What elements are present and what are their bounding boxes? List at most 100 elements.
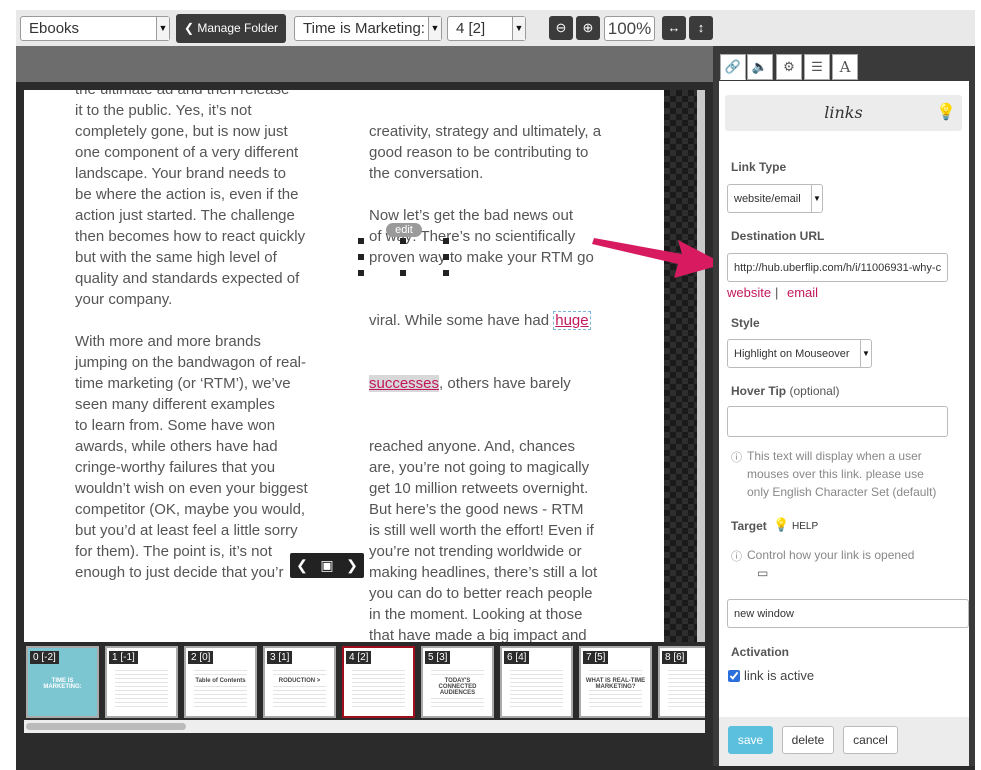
text-line: creativity, strategy and ultimately, a xyxy=(369,123,602,140)
text-line: that have made a big impact and xyxy=(369,627,587,642)
text-line: but with the same high level of xyxy=(75,249,277,266)
list-icon: ☰ xyxy=(811,59,823,74)
tab-links[interactable]: 🔗 xyxy=(720,54,746,80)
help-link[interactable]: HELP xyxy=(792,521,818,532)
text-line: cringe-worthy failures that you xyxy=(75,459,276,476)
page-select[interactable]: 4 [2] ▼ xyxy=(447,16,526,41)
text-line: awards, while others have had xyxy=(75,438,278,455)
link-active-checkbox[interactable] xyxy=(728,670,740,682)
zoom-out-button[interactable]: ⊖ xyxy=(549,16,573,40)
title-select-value: Time is Marketing: xyxy=(303,20,425,37)
page-thumbnail[interactable]: 4 [2] xyxy=(342,646,415,718)
page-thumbnail[interactable]: TODAY'S CONNECTED AUDIENCES 5 [3] xyxy=(421,646,494,718)
link-successes[interactable]: successes xyxy=(369,375,440,392)
fit-height-button[interactable]: ↕ xyxy=(689,16,713,40)
thumbnail-label: 4 [2] xyxy=(346,651,372,664)
target-hint: Control how your link is opened xyxy=(747,548,915,562)
laptop-icon: ▭ xyxy=(757,566,769,580)
destination-url-label: Destination URL xyxy=(731,229,825,243)
link-huge[interactable]: huge xyxy=(553,311,591,330)
next-page-icon[interactable]: ❯ xyxy=(340,553,364,578)
vertical-scrollbar[interactable] xyxy=(697,90,705,642)
text-line: the conversation. xyxy=(369,165,484,182)
lightbulb-icon[interactable]: 💡 xyxy=(936,102,956,122)
image-icon[interactable]: ▣ xyxy=(315,553,339,578)
app-window: Ebooks ▼ ❮ Manage Folder Time is Marketi… xyxy=(0,0,981,770)
book-select[interactable]: Ebooks ▼ xyxy=(20,16,170,41)
manage-folder-button[interactable]: ❮ Manage Folder xyxy=(176,14,286,43)
hover-tip-hint: This text will display when a user mouse… xyxy=(747,447,936,501)
fit-width-button[interactable]: ↔ xyxy=(662,16,686,40)
page-thumbnail[interactable]: 8 [6] xyxy=(658,646,705,718)
text-line: wouldn’t wish on even your biggest xyxy=(75,480,308,497)
style-select[interactable]: Highlight on Mouseover ▼ xyxy=(727,339,872,368)
edit-tag[interactable]: edit xyxy=(386,223,422,237)
email-link[interactable]: email xyxy=(787,285,818,300)
chevron-down-icon: ▼ xyxy=(860,340,871,367)
resize-handle[interactable] xyxy=(358,270,364,276)
book-select-value: Ebooks xyxy=(29,20,80,37)
text-line: action just started. The challenge xyxy=(75,207,295,224)
text-line: for them). The point is, it’s not xyxy=(75,543,273,560)
hover-tip-field[interactable] xyxy=(727,406,948,437)
page-thumbnail[interactable]: 1 [-1] xyxy=(105,646,178,718)
style-value: Highlight on Mouseover xyxy=(734,348,850,360)
text-line: get 10 million retweets overnight. xyxy=(369,480,589,497)
text-line: landscape. Your brand needs to xyxy=(75,165,287,182)
page-thumbnail[interactable]: WHAT IS REAL-TIME MARKETING? 7 [5] xyxy=(579,646,652,718)
text-line: seen many different examples xyxy=(75,396,275,413)
destination-url-field[interactable]: http://hub.uberflip.com/h/i/11006931-why… xyxy=(727,253,948,282)
resize-handle[interactable] xyxy=(358,238,364,244)
cancel-button[interactable]: cancel xyxy=(843,726,898,754)
text-line: are, you’re not going to magically xyxy=(369,459,590,476)
resize-handle[interactable] xyxy=(443,238,449,244)
resize-handle[interactable] xyxy=(400,270,406,276)
thumbnail-label: 3 [1] xyxy=(267,651,293,664)
thumbnail-label: 7 [5] xyxy=(583,651,609,664)
text-line: With more and more brands xyxy=(75,333,261,350)
text-line xyxy=(75,310,308,331)
zoom-level[interactable]: 100% xyxy=(604,16,655,41)
text-line: your company. xyxy=(75,291,173,308)
link-type-select[interactable]: website/email ▼ xyxy=(727,184,823,213)
resize-handle[interactable] xyxy=(358,254,364,260)
text-line: then becomes how to react quickly xyxy=(75,228,306,245)
tab-settings[interactable]: ⚙ xyxy=(776,54,802,80)
tab-text[interactable]: A xyxy=(832,54,858,80)
resize-handle[interactable] xyxy=(443,254,449,260)
prev-page-icon[interactable]: ❮ xyxy=(290,553,314,578)
lightbulb-icon[interactable]: 💡 xyxy=(773,517,789,533)
text-line: it to the public. Yes, it’s not xyxy=(75,102,252,119)
website-link[interactable]: website xyxy=(727,285,771,300)
resize-handle[interactable] xyxy=(443,270,449,276)
zoom-in-icon: ⊕ xyxy=(582,20,594,35)
delete-button[interactable]: delete xyxy=(782,726,834,754)
page-thumbnail[interactable]: RODUCTION > 3 [1] xyxy=(263,646,336,718)
page-thumbnail[interactable]: TIME IS MARKETING: 0 [-2] xyxy=(26,646,99,718)
title-select[interactable]: Time is Marketing: ▼ xyxy=(294,16,442,41)
hint-line: only English Character Set (default) xyxy=(747,485,937,499)
chevron-down-icon: ▼ xyxy=(428,17,441,40)
page-thumbnail[interactable]: 6 [4] xyxy=(500,646,573,718)
save-button[interactable]: save xyxy=(728,726,773,754)
tab-audio[interactable]: 🔈 xyxy=(747,54,773,80)
tab-list[interactable]: ☰ xyxy=(804,54,830,80)
thumbnail-label: 2 [0] xyxy=(188,651,214,664)
thumbnail-preview xyxy=(668,670,705,708)
info-icon: ⓘ xyxy=(731,551,742,563)
resize-handle[interactable] xyxy=(400,238,406,244)
style-label: Style xyxy=(731,316,760,330)
thumbnail-title: TODAY'S CONNECTED AUDIENCES xyxy=(427,678,488,696)
text-line: you can do to better reach people xyxy=(369,585,593,602)
hover-tip-label-text: Hover Tip xyxy=(731,384,787,398)
horizontal-scrollbar-thumb[interactable] xyxy=(26,723,186,730)
left-text-column: the ultimate ad and then release it to th… xyxy=(75,90,308,583)
volume-icon: 🔈 xyxy=(751,59,769,74)
chevron-left-icon: ❮ xyxy=(183,21,198,35)
link-separator: | xyxy=(775,285,779,300)
page-thumbnail[interactable]: Table of Contents 2 [0] xyxy=(184,646,257,718)
target-select[interactable]: new window xyxy=(727,599,969,628)
zoom-in-button[interactable]: ⊕ xyxy=(576,16,600,40)
text-line: one component of a very different xyxy=(75,144,299,161)
after-link-text: , others have barely xyxy=(439,375,571,392)
